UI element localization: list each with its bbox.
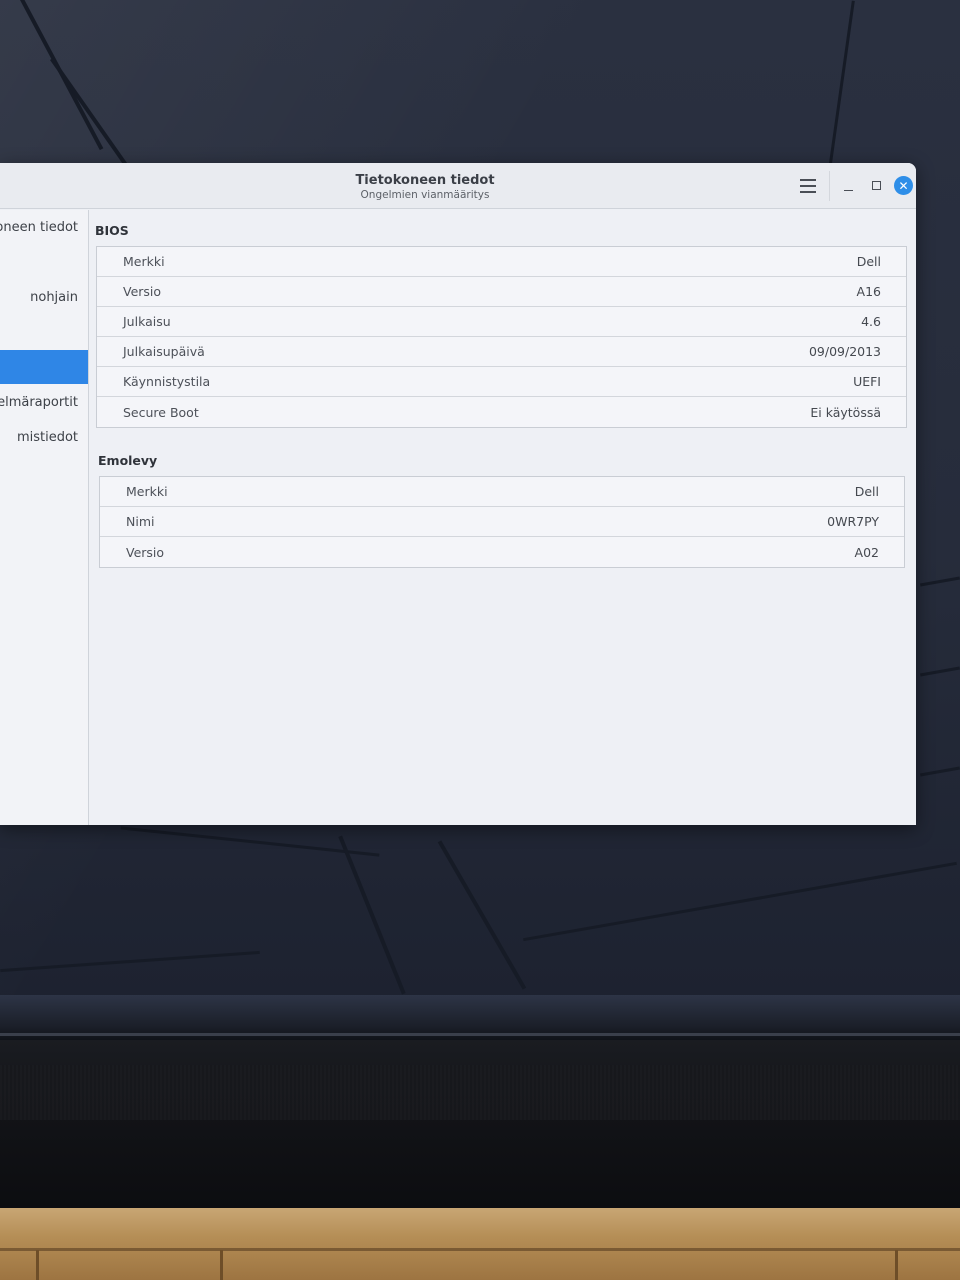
row-key: Versio — [123, 284, 162, 299]
main-content: BIOS Merkki Dell Versio A16 Julkaisu 4.6… — [90, 210, 916, 825]
sidebar-item-system-info[interactable]: mistiedot — [0, 420, 88, 454]
bios-row-secure-boot: Secure Boot Ei käytössä — [97, 397, 906, 427]
row-value: 4.6 — [861, 314, 881, 329]
row-key: Julkaisupäivä — [123, 344, 205, 359]
desk-panel-seam — [36, 1250, 39, 1280]
bios-row-version: Versio A16 — [97, 277, 906, 307]
row-value: A02 — [854, 544, 879, 560]
bios-row-release: Julkaisu 4.6 — [97, 307, 906, 337]
sidebar: oneen tiedot nohjain celmäraportit misti… — [0, 210, 89, 825]
system-info-window: Tietokoneen tiedot Ongelmien vianmäärity… — [0, 163, 916, 825]
sidebar-item-label: nohjain — [30, 289, 78, 305]
sidebar-item-label: oneen tiedot — [0, 219, 78, 235]
desk-groove — [0, 1248, 960, 1251]
bios-section-title: BIOS — [95, 223, 129, 238]
desk-panel-seam — [895, 1250, 898, 1280]
row-key: Merkki — [123, 254, 165, 269]
row-value: Dell — [856, 254, 881, 269]
row-value: 0WR7PY — [827, 514, 879, 529]
sidebar-item-crash-reports[interactable]: celmäraportit — [0, 385, 88, 419]
sidebar-item-label: mistiedot — [16, 429, 78, 445]
bios-row-boot-mode: Käynnistystila UEFI — [97, 367, 906, 397]
motherboard-row-version: Versio A02 — [100, 537, 904, 567]
bios-row-vendor: Merkki Dell — [97, 247, 906, 277]
motherboard-info-group: Merkki Dell Nimi 0WR7PY Versio A02 — [99, 476, 905, 568]
row-key: Nimi — [126, 514, 155, 529]
window-title: Tietokoneen tiedot — [355, 173, 495, 188]
row-key: Secure Boot — [123, 404, 199, 420]
sidebar-item-selected[interactable] — [0, 350, 88, 384]
sidebar-item-label: celmäraportit — [0, 394, 78, 410]
row-key: Julkaisu — [123, 314, 171, 329]
row-key: Merkki — [126, 484, 168, 499]
bios-row-release-date: Julkaisupäivä 09/09/2013 — [97, 337, 906, 367]
row-key: Käynnistystila — [123, 374, 211, 389]
hamburger-menu-icon[interactable] — [798, 176, 818, 196]
monitor-bezel-edge — [0, 1033, 960, 1036]
motherboard-row-vendor: Merkki Dell — [100, 477, 904, 507]
sidebar-item-computer-info[interactable]: oneen tiedot — [0, 210, 88, 244]
desk-surface — [0, 1208, 960, 1280]
maximize-icon[interactable] — [868, 177, 884, 193]
titlebar-separator — [829, 171, 830, 201]
row-value: Dell — [854, 484, 879, 499]
soundbar-grille — [0, 1065, 960, 1120]
desk-panel-seam — [220, 1250, 223, 1280]
row-key: Versio — [126, 544, 165, 560]
row-value: Ei käytössä — [810, 404, 881, 420]
window-subtitle: Ongelmien vianmääritys — [360, 189, 490, 201]
motherboard-section-title: Emolevy — [98, 453, 158, 468]
motherboard-row-name: Nimi 0WR7PY — [100, 507, 904, 537]
row-value: UEFI — [853, 374, 881, 389]
row-value: A16 — [856, 284, 881, 299]
minimize-icon[interactable] — [842, 177, 856, 193]
bios-info-group: Merkki Dell Versio A16 Julkaisu 4.6 Julk… — [96, 246, 907, 428]
title-bar[interactable]: Tietokoneen tiedot Ongelmien vianmäärity… — [0, 163, 916, 209]
row-value: 09/09/2013 — [808, 344, 881, 359]
sidebar-item-drivers[interactable]: nohjain — [0, 280, 88, 314]
close-icon[interactable]: ✕ — [894, 176, 913, 195]
